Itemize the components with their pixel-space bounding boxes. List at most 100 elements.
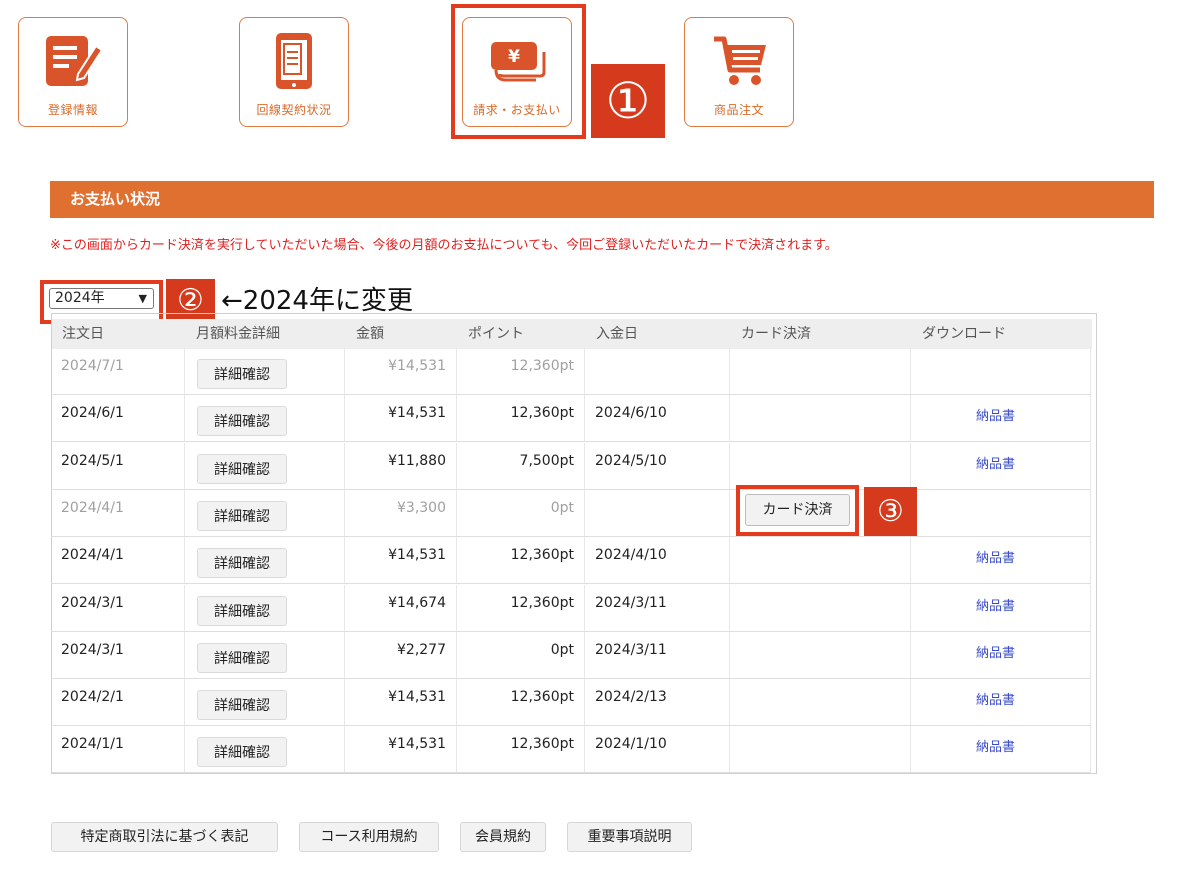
highlight-billing-tile xyxy=(451,4,586,139)
points-cell: 7,500pt xyxy=(457,443,585,490)
detail-cell: 詳細確認 xyxy=(185,395,345,442)
detail-cell: 詳細確認 xyxy=(185,490,345,537)
order-date-cell: 2024/1/1 xyxy=(51,726,185,773)
order-date-cell: 2024/4/1 xyxy=(51,537,185,584)
points-cell: 12,360pt xyxy=(457,726,585,773)
card-payment-cell xyxy=(730,679,911,726)
nav-tile-label: 商品注文 xyxy=(713,103,764,117)
amount-cell: ¥14,531 xyxy=(345,726,457,773)
card-payment-cell xyxy=(730,348,911,395)
order-date-cell: 2024/7/1 xyxy=(51,348,185,395)
detail-cell: 詳細確認 xyxy=(185,726,345,773)
order-date-cell: 2024/6/1 xyxy=(51,395,185,442)
detail-cell: 詳細確認 xyxy=(185,632,345,679)
points-cell: 12,360pt xyxy=(457,395,585,442)
paid-date-cell xyxy=(585,490,730,537)
paid-date-cell: 2024/2/13 xyxy=(585,679,730,726)
detail-button[interactable]: 詳細確認 xyxy=(197,737,287,767)
download-link[interactable]: 納品書 xyxy=(911,443,1091,490)
detail-cell: 詳細確認 xyxy=(185,443,345,490)
points-cell: 12,360pt xyxy=(457,585,585,632)
paid-date-cell xyxy=(585,348,730,395)
detail-button[interactable]: 詳細確認 xyxy=(197,643,287,673)
detail-button[interactable]: 詳細確認 xyxy=(197,454,287,484)
detail-button[interactable]: 詳細確認 xyxy=(197,501,287,531)
section-title: お支払い状況 xyxy=(50,181,1154,218)
nav-tile-registration[interactable]: 登録情報 xyxy=(18,17,128,127)
nav-tile-label: 登録情報 xyxy=(47,103,98,117)
step-1-badge: ① xyxy=(591,64,665,138)
chevron-down-icon: ▼ xyxy=(138,292,147,305)
amount-cell: ¥14,674 xyxy=(345,585,457,632)
detail-button[interactable]: 詳細確認 xyxy=(197,596,287,626)
amount-cell: ¥11,880 xyxy=(345,443,457,490)
table-header: 月額料金詳細 xyxy=(186,319,346,349)
detail-button[interactable]: 詳細確認 xyxy=(197,548,287,578)
download-link xyxy=(911,490,1091,537)
order-date-cell: 2024/3/1 xyxy=(51,585,185,632)
footer-link-course-terms[interactable]: コース利用規約 xyxy=(299,822,439,852)
amount-cell: ¥14,531 xyxy=(345,348,457,395)
paid-date-cell: 2024/6/10 xyxy=(585,395,730,442)
order-date-cell: 2024/2/1 xyxy=(51,679,185,726)
nav-tile-label: 回線契約状況 xyxy=(256,103,332,117)
order-date-cell: 2024/5/1 xyxy=(51,443,185,490)
amount-cell: ¥14,531 xyxy=(345,395,457,442)
footer-link-important-notes[interactable]: 重要事項説明 xyxy=(567,822,692,852)
table-header: ダウンロード xyxy=(912,319,1092,349)
table-header: 金額 xyxy=(346,319,458,349)
amount-cell: ¥14,531 xyxy=(345,537,457,584)
card-payment-cell xyxy=(730,585,911,632)
shopping-cart-icon xyxy=(708,30,770,92)
paid-date-cell: 2024/1/10 xyxy=(585,726,730,773)
step-3-badge: ③ xyxy=(864,487,917,536)
points-cell: 0pt xyxy=(457,490,585,537)
year-change-note: ←2024年に変更 xyxy=(221,286,413,316)
paid-date-cell: 2024/3/11 xyxy=(585,585,730,632)
detail-cell: 詳細確認 xyxy=(185,537,345,584)
paid-date-cell: 2024/4/10 xyxy=(585,537,730,584)
year-select-value: 2024年 xyxy=(55,290,105,306)
paid-date-cell: 2024/3/11 xyxy=(585,632,730,679)
download-link[interactable]: 納品書 xyxy=(911,585,1091,632)
table-header: 入金日 xyxy=(586,319,731,349)
points-cell: 12,360pt xyxy=(457,679,585,726)
footer-link-member-terms[interactable]: 会員規約 xyxy=(460,822,546,852)
pen-document-icon xyxy=(42,30,104,92)
detail-button[interactable]: 詳細確認 xyxy=(197,406,287,436)
order-date-cell: 2024/3/1 xyxy=(51,632,185,679)
year-select[interactable]: 2024年 ▼ xyxy=(49,288,154,309)
card-payment-button[interactable]: カード決済 xyxy=(745,494,850,526)
detail-button[interactable]: 詳細確認 xyxy=(197,359,287,389)
card-payment-notice: ※この画面からカード決済を実行していただいた場合、今後の月額のお支払についても、… xyxy=(50,238,838,253)
download-link[interactable]: 納品書 xyxy=(911,395,1091,442)
footer-link-commerce-law[interactable]: 特定商取引法に基づく表記 xyxy=(51,822,278,852)
download-link[interactable]: 納品書 xyxy=(911,632,1091,679)
card-payment-cell xyxy=(730,632,911,679)
card-payment-cell xyxy=(730,443,911,490)
download-link xyxy=(911,348,1091,395)
detail-button[interactable]: 詳細確認 xyxy=(197,690,287,720)
amount-cell: ¥3,300 xyxy=(345,490,457,537)
detail-cell: 詳細確認 xyxy=(185,679,345,726)
download-link[interactable]: 納品書 xyxy=(911,726,1091,773)
card-payment-cell xyxy=(730,537,911,584)
table-header: カード決済 xyxy=(731,319,912,349)
points-cell: 12,360pt xyxy=(457,348,585,395)
card-payment-cell xyxy=(730,395,911,442)
points-cell: 12,360pt xyxy=(457,537,585,584)
card-payment-cell xyxy=(730,726,911,773)
detail-cell: 詳細確認 xyxy=(185,348,345,395)
tablet-document-icon xyxy=(263,30,325,92)
table-header: ポイント xyxy=(458,319,586,349)
nav-tile-order[interactable]: 商品注文 xyxy=(684,17,794,127)
paid-date-cell: 2024/5/10 xyxy=(585,443,730,490)
order-date-cell: 2024/4/1 xyxy=(51,490,185,537)
amount-cell: ¥14,531 xyxy=(345,679,457,726)
table-header: 注文日 xyxy=(52,319,186,349)
amount-cell: ¥2,277 xyxy=(345,632,457,679)
download-link[interactable]: 納品書 xyxy=(911,679,1091,726)
nav-tile-line-contract[interactable]: 回線契約状況 xyxy=(239,17,349,127)
points-cell: 0pt xyxy=(457,632,585,679)
download-link[interactable]: 納品書 xyxy=(911,537,1091,584)
